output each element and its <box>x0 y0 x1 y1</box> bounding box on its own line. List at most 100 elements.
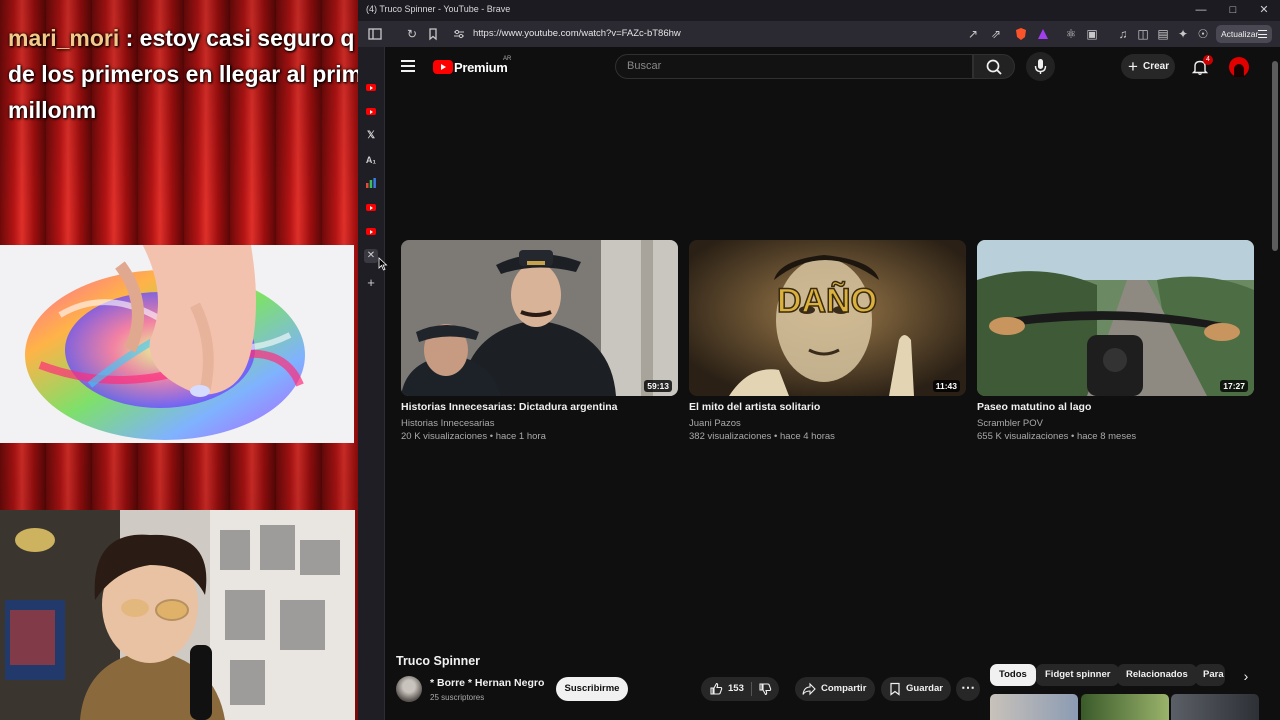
share-arrow-icon <box>802 682 816 696</box>
notification-badge: 4 <box>1203 55 1213 65</box>
video-title[interactable]: El mito del artista solitario <box>689 401 966 413</box>
microphone-icon <box>1034 59 1047 74</box>
like-dislike-group: 153 <box>701 677 779 701</box>
open-external-icon[interactable]: ↗ <box>966 27 980 41</box>
maximize-button[interactable]: □ <box>1218 2 1248 19</box>
minimize-button[interactable]: — <box>1186 2 1216 19</box>
site-settings-icon[interactable] <box>452 27 466 41</box>
extensions-icon[interactable]: ⚛ <box>1064 27 1078 41</box>
sidebar-add-icon[interactable]: + <box>364 276 378 290</box>
chips-next-icon[interactable]: › <box>1235 665 1257 687</box>
sidebar-youtube-icon[interactable] <box>364 81 378 95</box>
leo-ai-icon[interactable]: ✦ <box>1176 27 1190 41</box>
close-window-button[interactable]: ✕ <box>1249 2 1279 19</box>
search-input[interactable] <box>627 60 927 72</box>
dislike-button[interactable] <box>758 682 772 706</box>
recommended-thumbnail[interactable] <box>1081 694 1169 720</box>
save-bookmark-icon <box>890 682 900 696</box>
media-icon[interactable]: ♫ <box>1116 27 1130 41</box>
recommended-thumbnail[interactable] <box>1171 694 1259 720</box>
video-channel[interactable]: Juani Pazos <box>689 418 741 429</box>
brave-rewards-icon[interactable] <box>1036 27 1050 41</box>
vpn-icon[interactable]: ☉ <box>1196 27 1210 41</box>
meta-separator: • <box>771 431 780 442</box>
update-label: Actualizar <box>1221 29 1259 39</box>
like-divider <box>751 682 752 696</box>
like-button[interactable] <box>709 682 723 706</box>
streamer-webcam <box>0 510 355 720</box>
chip-fidget-spinner[interactable]: Fidget spinner <box>1036 664 1120 686</box>
reload-icon[interactable]: ↻ <box>405 27 419 41</box>
page-scrollbar[interactable] <box>1270 47 1280 720</box>
chat-username: mari_mori <box>8 25 120 51</box>
thumbs-down-icon <box>759 683 772 696</box>
sidebar-analytics-icon[interactable] <box>364 177 378 191</box>
update-button[interactable]: Actualizar <box>1216 25 1272 43</box>
video-info-panel: Truco Spinner * Borre * Hernan Negro 25 … <box>385 644 1270 720</box>
youtube-header: Premium AR Crear 4 <box>385 47 1270 87</box>
more-actions-icon[interactable]: ⋯ <box>956 677 980 701</box>
user-avatar[interactable] <box>1229 57 1249 77</box>
create-button[interactable]: Crear <box>1121 54 1175 79</box>
video-duration: 17:27 <box>1220 380 1248 392</box>
scrollbar-thumb[interactable] <box>1272 61 1278 251</box>
window-titlebar: (4) Truco Spinner - YouTube - Brave — □ … <box>358 0 1280 21</box>
video-meta: 655 K visualizaciones • hace 8 meses <box>977 431 1136 442</box>
save-label: Guardar <box>906 683 943 694</box>
slime-video <box>0 245 354 443</box>
video-channel[interactable]: Historias Innecesarias <box>401 418 494 429</box>
share-icon[interactable]: ⇗ <box>989 27 1003 41</box>
sidebar-panel-icon[interactable]: ◫ <box>1136 27 1150 41</box>
video-thumbnail[interactable]: DAÑO 11:43 <box>689 240 966 396</box>
stream-overlay: mari_mori : estoy casi seguro q fue de l… <box>0 0 358 720</box>
video-channel[interactable]: Scrambler POV <box>977 418 1043 429</box>
notifications-button[interactable]: 4 <box>1191 55 1213 76</box>
video-meta: 382 visualizaciones • hace 4 horas <box>689 431 835 442</box>
window-title: (4) Truco Spinner - YouTube - Brave <box>366 4 511 14</box>
sidebar-translate-icon[interactable]: A₁ <box>364 153 378 167</box>
sidebar-toggle-icon[interactable] <box>368 27 382 41</box>
sidebar-youtube-icon[interactable] <box>364 225 378 239</box>
search-button[interactable] <box>973 54 1015 79</box>
video-duration: 11:43 <box>932 380 960 392</box>
logo-region: AR <box>503 56 512 62</box>
save-button[interactable]: Guardar <box>881 677 951 701</box>
video-title[interactable]: Historias Innecesarias: Dictadura argent… <box>401 401 678 413</box>
like-count: 153 <box>728 683 744 694</box>
chip-for-you[interactable]: Para <box>1195 664 1225 686</box>
hamburger-menu-icon[interactable] <box>401 60 415 72</box>
share-label: Compartir <box>821 683 867 694</box>
brave-shields-icon[interactable] <box>1014 27 1028 41</box>
sidebar-x-icon[interactable]: 𝕏 <box>364 129 378 143</box>
logo-text: Premium <box>454 60 508 75</box>
sidebar-close-icon[interactable]: ✕ <box>364 249 378 263</box>
video-age: hace 8 meses <box>1076 431 1137 442</box>
channel-avatar[interactable] <box>396 676 422 702</box>
wallet-icon[interactable]: ▤ <box>1156 27 1170 41</box>
video-meta: 20 K visualizaciones • hace 1 hora <box>401 431 546 442</box>
channel-name[interactable]: * Borre * Hernan Negro <box>430 677 544 689</box>
recommended-thumbnail[interactable] <box>990 694 1078 720</box>
video-title[interactable]: Paseo matutino al lago <box>977 401 1254 413</box>
bookmark-icon[interactable] <box>426 27 440 41</box>
youtube-logo-icon <box>433 60 453 74</box>
mouse-cursor-icon <box>378 257 388 271</box>
browser-window: (4) Truco Spinner - YouTube - Brave — □ … <box>358 0 1280 720</box>
screen: mari_mori : estoy casi seguro q fue de l… <box>0 0 1280 720</box>
chip-all[interactable]: Todos <box>990 664 1036 686</box>
video-thumbnail[interactable]: 59:13 <box>401 240 678 396</box>
video-duration: 59:13 <box>644 380 672 392</box>
sidebar-youtube-icon[interactable] <box>364 105 378 119</box>
chat-separator: : <box>119 25 140 51</box>
voice-search-button[interactable] <box>1026 52 1055 81</box>
subscriber-count: 25 suscriptores <box>430 693 485 702</box>
search-box[interactable] <box>615 54 973 79</box>
chip-related[interactable]: Relacionados <box>1117 664 1197 686</box>
address-bar[interactable]: https://www.youtube.com/watch?v=FAZc-bT8… <box>473 28 681 39</box>
tab-capture-icon[interactable]: ▣ <box>1085 27 1099 41</box>
sidebar-youtube-icon[interactable] <box>364 201 378 215</box>
subscribe-button[interactable]: Suscribirme <box>556 677 628 701</box>
search-icon <box>986 59 1002 75</box>
video-thumbnail[interactable]: 17:27 <box>977 240 1254 396</box>
share-button[interactable]: Compartir <box>795 677 875 701</box>
